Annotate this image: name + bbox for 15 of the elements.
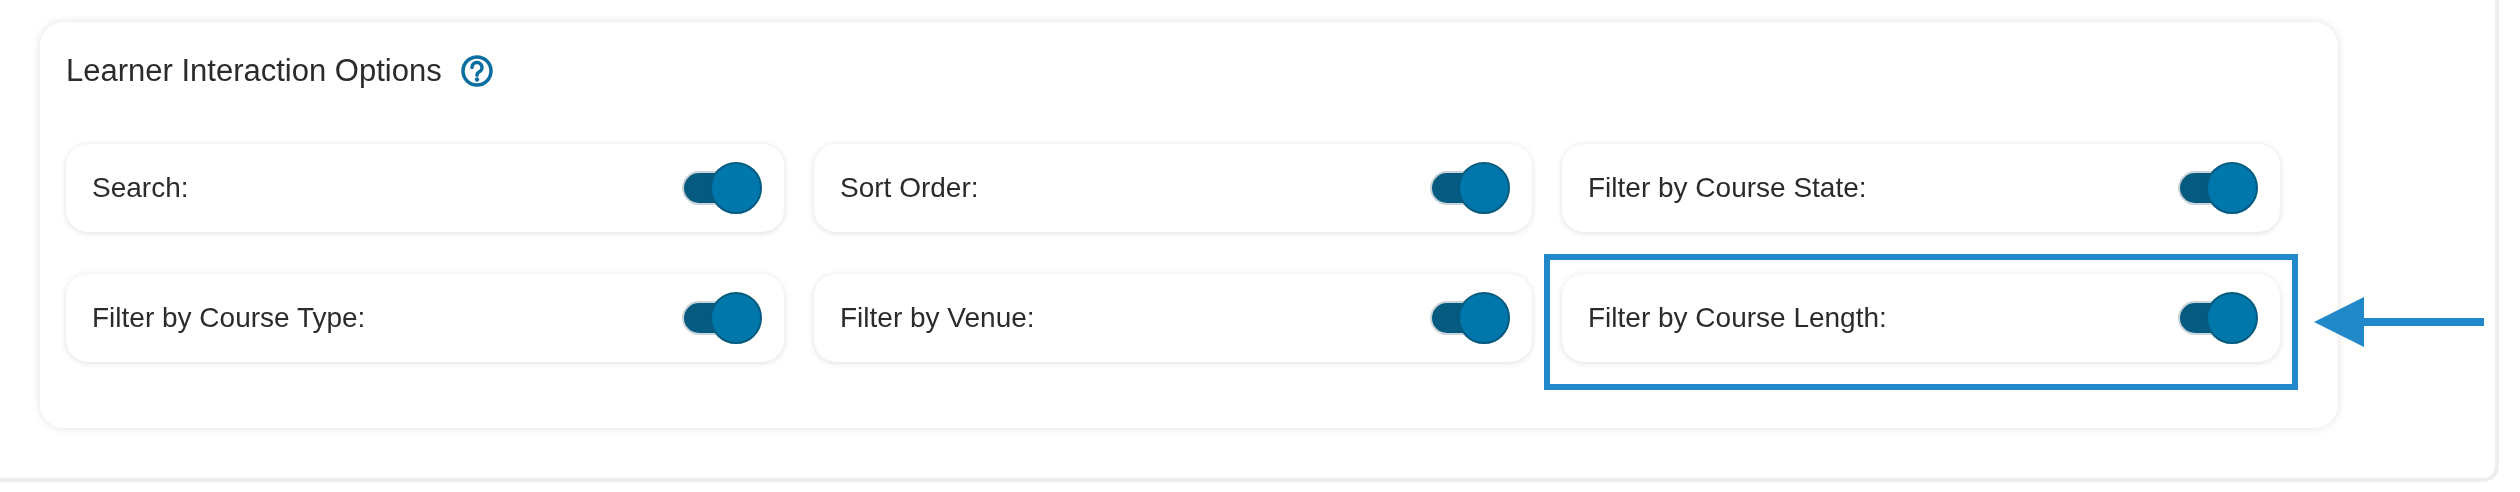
option-label: Filter by Course Type: xyxy=(92,301,366,335)
toggle-switch[interactable] xyxy=(682,162,762,214)
option-label: Filter by Course State: xyxy=(1588,171,1867,205)
section-title: Learner Interaction Options xyxy=(66,51,442,90)
help-icon[interactable] xyxy=(459,54,494,88)
option-label: Filter by Venue: xyxy=(840,301,1035,335)
toggle-switch[interactable] xyxy=(682,292,762,344)
toggle-switch[interactable] xyxy=(1430,162,1510,214)
option-label: Sort Order: xyxy=(840,171,979,205)
arrow-icon xyxy=(2314,296,2484,348)
option-label: Filter by Course Length: xyxy=(1588,301,1887,335)
toggle-switch[interactable] xyxy=(2178,162,2258,214)
toggle-switch[interactable] xyxy=(1430,292,1510,344)
toggle-switch[interactable] xyxy=(2178,292,2258,344)
option-label: Search: xyxy=(92,171,189,205)
